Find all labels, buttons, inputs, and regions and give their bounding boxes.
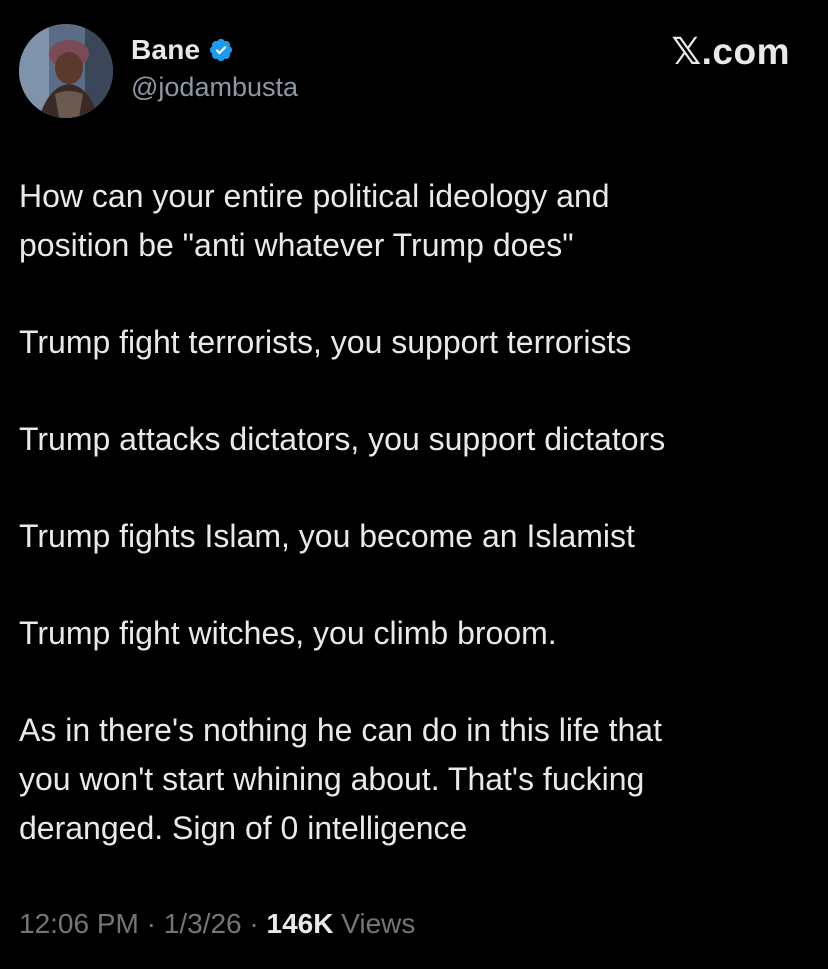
tweet-paragraph: Trump attacks dictators, you support dic… [19,421,666,457]
display-name[interactable]: Bane [131,34,200,66]
tweet-paragraph: Trump fight witches, you climb broom. [19,615,557,651]
handle[interactable]: @jodambusta [131,72,298,103]
tweet-paragraph: As in there's nothing he can do in this … [19,712,662,846]
name-row: Bane [131,32,298,68]
meta-separator: · [138,908,164,939]
views-count: 146K [266,908,334,939]
views-label: Views [333,908,416,939]
tweet-meta: 12:06 PM · 1/3/26 · 146K Views [19,908,415,940]
tweet-paragraph: Trump fights Islam, you become an Islami… [19,518,635,554]
author-block[interactable]: Bane @jodambusta [131,32,298,103]
tweet-header: Bane @jodambusta 𝕏.com [0,0,828,140]
meta-separator: · [241,908,267,939]
post-time[interactable]: 12:06 PM [19,908,139,939]
x-logo: 𝕏.com [671,31,790,72]
avatar[interactable] [19,24,113,118]
tweet-paragraph: How can your entire political ideology a… [19,178,610,263]
post-date[interactable]: 1/3/26 [164,908,242,939]
tweet-text: How can your entire political ideology a… [19,172,799,901]
avatar-image [19,24,113,118]
verified-badge-icon [210,38,233,62]
tweet-paragraph: Trump fight terrorists, you support terr… [19,324,632,360]
